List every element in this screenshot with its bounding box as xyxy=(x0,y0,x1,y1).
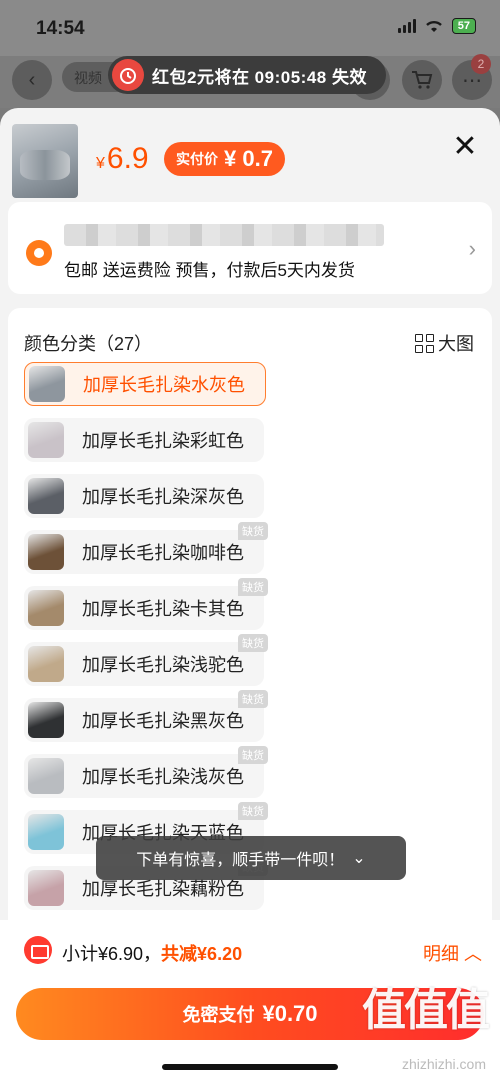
option-item[interactable]: 加厚长毛扎染浅灰色 缺货 xyxy=(24,746,268,798)
subtotal: 小计¥6.90，共减¥6.20 xyxy=(62,940,242,966)
out-of-stock-badge: 缺货 xyxy=(238,522,268,540)
detail-toggle[interactable]: 明细 ︿ xyxy=(423,940,482,966)
chevron-down-icon: ⌄ xyxy=(352,850,366,867)
address-redacted xyxy=(64,224,384,246)
option-label: 加厚长毛扎染浅驼色 xyxy=(82,655,244,675)
option-label: 加厚长毛扎染水灰色 xyxy=(83,375,245,395)
grid-icon xyxy=(415,333,434,353)
toast-text: 下单有惊喜，顺手带一件呗！ xyxy=(136,852,345,869)
location-pin-icon xyxy=(26,240,52,266)
option-label: 加厚长毛扎染咖啡色 xyxy=(82,543,244,563)
option-item[interactable]: 加厚长毛扎染水灰色 xyxy=(24,362,266,406)
option-swatch xyxy=(28,534,64,570)
alarm-clock-icon xyxy=(112,59,144,91)
option-swatch xyxy=(28,478,64,514)
option-swatch xyxy=(28,646,64,682)
big-view-label: 大图 xyxy=(438,334,474,354)
real-price-badge: 实付价 ¥ 0.7 xyxy=(164,142,285,176)
status-time: 14:54 xyxy=(36,18,85,39)
option-item[interactable]: 加厚长毛扎染彩虹色 xyxy=(24,418,264,462)
detail-label: 明细 xyxy=(422,944,459,964)
product-price: ¥6.9 xyxy=(96,142,149,176)
out-of-stock-badge: 缺货 xyxy=(238,746,268,764)
battery-icon: 57 xyxy=(451,18,476,34)
pay-value: ¥0.70 xyxy=(262,1001,318,1026)
chevron-right-icon: › xyxy=(468,236,476,261)
option-swatch xyxy=(28,870,64,906)
option-item[interactable]: 加厚长毛扎染卡其色 缺货 xyxy=(24,578,268,630)
checkout-footer: 小计¥6.90，共减¥6.20 明细 ︿ 免密支付 ¥0.70 值值值 zhiz… xyxy=(0,920,500,1082)
option-swatch xyxy=(28,814,64,850)
big-view-toggle[interactable]: 大图 xyxy=(415,330,474,356)
option-label: 加厚长毛扎染彩虹色 xyxy=(82,431,244,451)
option-label: 加厚长毛扎染黑灰色 xyxy=(82,711,244,731)
out-of-stock-badge: 缺货 xyxy=(238,634,268,652)
option-item[interactable]: 加厚长毛扎染咖啡色 缺货 xyxy=(24,522,268,574)
option-swatch xyxy=(28,422,64,458)
out-of-stock-badge: 缺货 xyxy=(238,578,268,596)
price-symbol: ¥ xyxy=(96,155,105,172)
cart-icon xyxy=(402,60,442,100)
chevron-up-icon: ︿ xyxy=(464,944,482,964)
subtotal-text: 小计¥6.90， xyxy=(62,944,162,964)
option-item[interactable]: 加厚长毛扎染深灰色 xyxy=(24,474,264,518)
watermark-url: zhizhizhi.com xyxy=(401,1056,486,1072)
cart-badge: 2 xyxy=(471,54,491,74)
watermark-logo: 值值值 xyxy=(362,986,490,1035)
option-swatch xyxy=(28,758,64,794)
signal-icon xyxy=(397,19,416,33)
option-label: 加厚长毛扎染卡其色 xyxy=(82,599,244,619)
pay-label: 免密支付 xyxy=(182,1005,255,1025)
out-of-stock-badge: 缺货 xyxy=(238,802,268,820)
option-swatch xyxy=(28,702,64,738)
discount-text: 共减¥6.20 xyxy=(161,944,243,964)
home-indicator xyxy=(162,1064,338,1070)
option-section-title: 颜色分类（27） xyxy=(24,334,153,354)
wifi-icon xyxy=(425,20,442,32)
product-thumbnail[interactable] xyxy=(12,124,78,198)
option-item[interactable]: 加厚长毛扎染黑灰色 缺货 xyxy=(24,690,268,742)
status-icons: 57 xyxy=(397,18,476,34)
real-price-label: 实付价 xyxy=(176,151,218,167)
out-of-stock-badge: 缺货 xyxy=(238,690,268,708)
status-bar: 14:54 57 xyxy=(0,0,500,56)
red-packet-countdown[interactable]: 红包2元将在 09:05:48 失效 xyxy=(108,56,386,94)
price-value: 6.9 xyxy=(106,142,149,175)
option-item[interactable]: 加厚长毛扎染浅驼色 缺货 xyxy=(24,634,268,686)
option-swatch xyxy=(29,366,65,402)
toast-message[interactable]: 下单有惊喜，顺手带一件呗！ ⌄ xyxy=(96,836,406,880)
real-price-value: ¥ 0.7 xyxy=(224,146,273,171)
promo-text: 红包2元将在 09:05:48 失效 xyxy=(152,67,367,87)
coupon-icon xyxy=(24,936,52,964)
address-card[interactable]: 包邮 送运费险 预售，付款后5天内发货 › xyxy=(8,202,492,294)
option-swatch xyxy=(28,590,64,626)
back-icon: ‹ xyxy=(12,60,52,100)
option-label: 加厚长毛扎染浅灰色 xyxy=(82,767,244,787)
shipping-info: 包邮 送运费险 预售，付款后5天内发货 xyxy=(64,261,355,280)
close-button[interactable]: ✕ xyxy=(450,132,480,162)
option-label: 加厚长毛扎染深灰色 xyxy=(82,487,244,507)
